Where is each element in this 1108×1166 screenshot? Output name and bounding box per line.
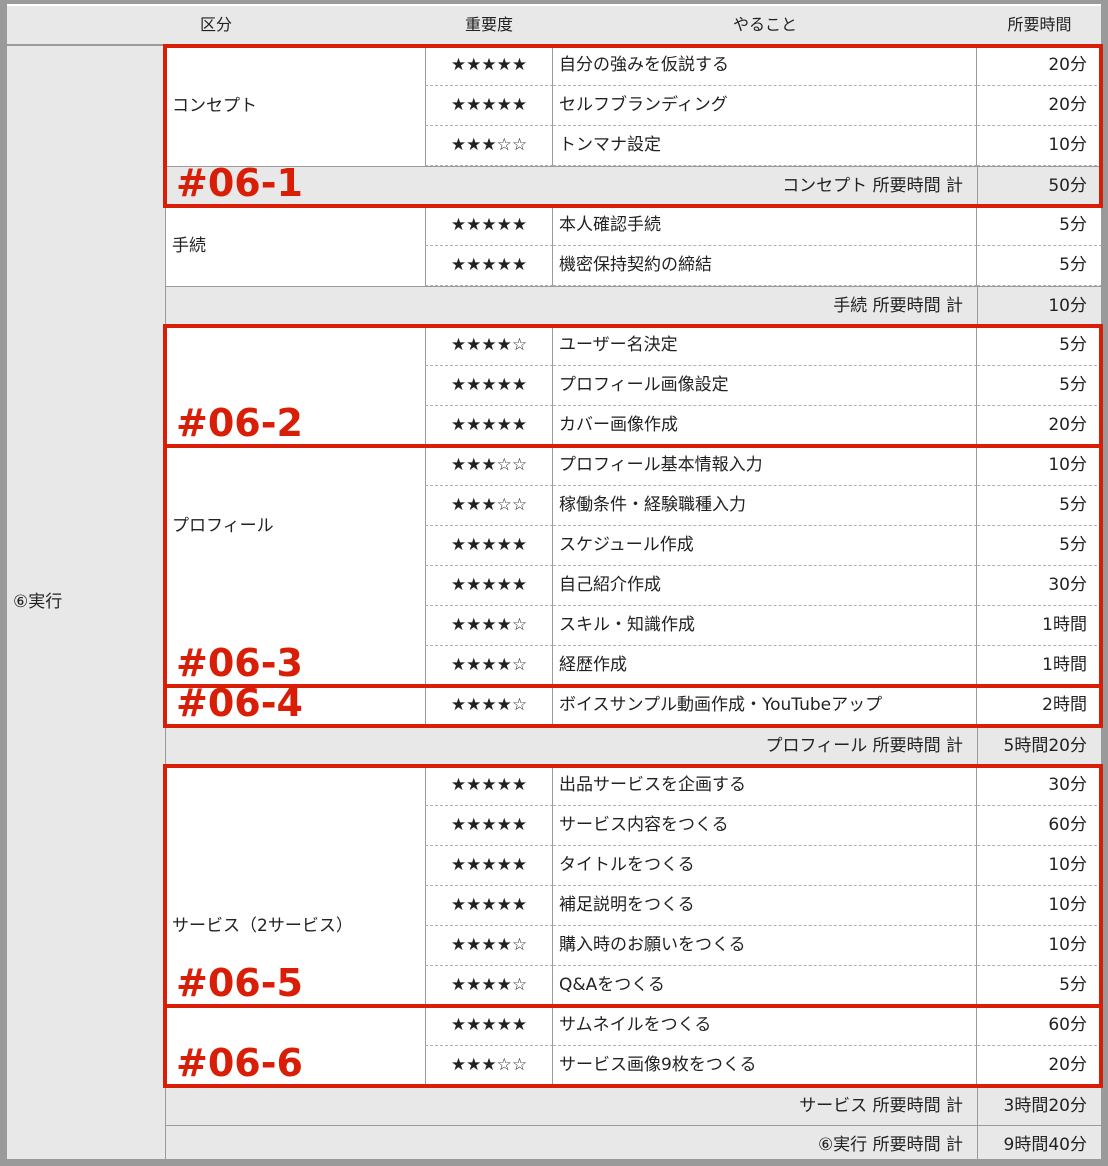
annotation-box xyxy=(163,684,1103,728)
annotation-box xyxy=(163,764,1103,1008)
annotation-tag: #06-6 xyxy=(176,1041,303,1085)
annotation-box xyxy=(163,44,1103,208)
annotation-tag: #06-3 xyxy=(176,641,303,685)
annotation-tag: #06-2 xyxy=(176,401,303,445)
annotation-box xyxy=(163,1004,1103,1088)
annotation-box xyxy=(163,444,1103,688)
annotation-tag: #06-5 xyxy=(176,961,303,1005)
annotation-tag: #06-1 xyxy=(176,161,303,205)
annotation-box xyxy=(163,324,1103,448)
annotation-tag: #06-4 xyxy=(176,681,303,725)
